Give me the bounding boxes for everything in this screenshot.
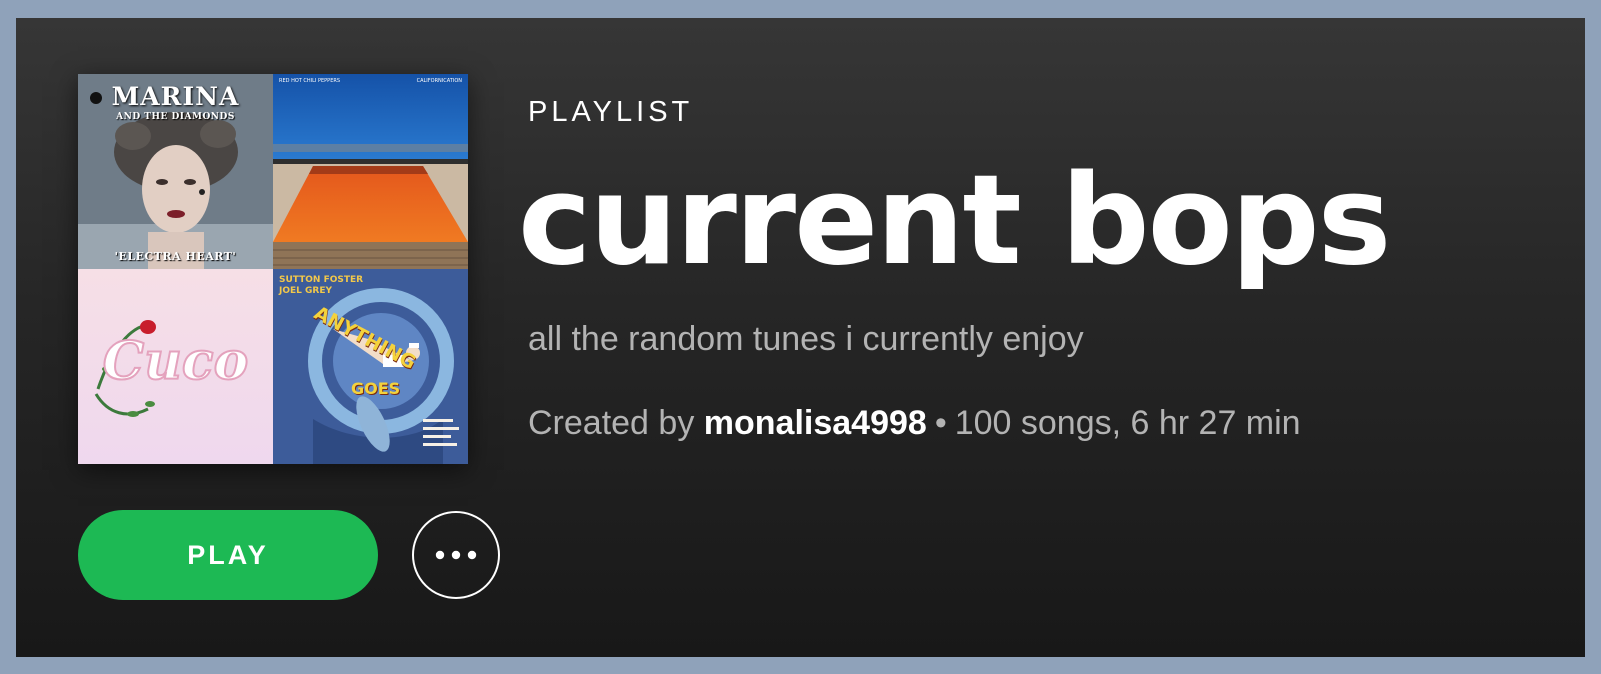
playlist-description: all the random tunes i currently enjoy [528,320,1084,358]
album-art-footer: 'ELECTRA HEART' [114,250,237,263]
more-options-button[interactable] [412,511,500,599]
created-by-label: Created by [528,404,695,442]
playlist-owner-link[interactable]: monalisa4998 [704,404,927,442]
album-art-artist: RED HOT CHILI PEPPERS [279,78,340,84]
album-art-californication: RED HOT CHILI PEPPERS CALIFORNICATION [273,74,468,269]
playlist-cover-mosaic[interactable]: MARINA AND THE DIAMONDS 'ELECTRA HEART' [78,74,468,464]
meta-separator: • [934,404,947,442]
playlist-title: current bops [518,149,1391,293]
album-art-title: Cuco [102,330,250,393]
album-art-electra-heart: MARINA AND THE DIAMONDS 'ELECTRA HEART' [78,74,273,269]
album-art-album: CALIFORNICATION [416,78,462,84]
album-art-title-2: GOES [351,379,401,398]
album-art-credit-2: JOEL GREY [279,286,332,296]
playlist-meta: Created by monalisa4998 • 100 songs, 6 hr … [528,404,1301,443]
album-art-credit-1: SUTTON FOSTER [279,275,364,285]
album-art-caption: RED HOT CHILI PEPPERS CALIFORNICATION [279,78,462,84]
album-art-subtitle: AND THE DIAMONDS [116,112,235,122]
playlist-type-label: PLAYLIST [528,96,694,128]
playlist-header: MARINA AND THE DIAMONDS 'ELECTRA HEART' [16,18,1585,657]
playlist-stats: 100 songs, 6 hr 27 min [954,404,1301,442]
ellipsis-icon [435,550,477,560]
album-art-cuco: Cuco [78,269,273,464]
album-art-anything-goes: SUTTON FOSTER JOEL GREY ANYTHING GOES [273,269,468,464]
play-button[interactable]: PLAY [78,510,378,600]
album-art-credits: SUTTON FOSTER JOEL GREY [279,275,363,297]
album-art-title: MARINA [111,82,240,111]
